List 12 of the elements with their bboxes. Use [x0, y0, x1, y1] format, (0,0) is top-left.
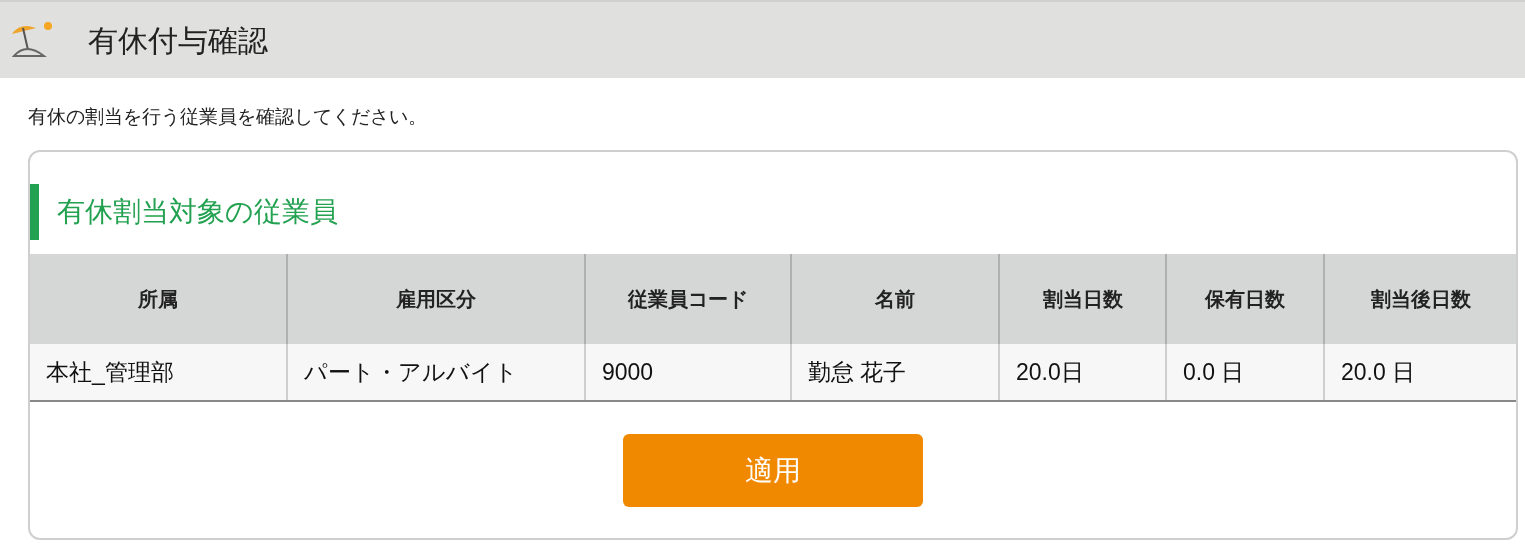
page-title: 有休付与確認 — [88, 22, 268, 59]
table-cell-text: 本社_管理部 — [45, 357, 175, 387]
table-cell: パート・アルバイト — [286, 344, 584, 400]
instruction-text: 有休の割当を行う従業員を確認してください。 — [28, 105, 428, 129]
column-header: 所属 — [137, 287, 179, 312]
table-cell: 0.0 日 — [1165, 344, 1323, 400]
table-cell: 9000 — [584, 344, 790, 400]
table-cell: 勤怠 花子 — [790, 344, 998, 400]
section-title: 有休割当対象の従業員 — [30, 184, 338, 240]
apply-button[interactable]: 適用 — [623, 434, 923, 507]
table-cell: 20.0 日 — [1323, 344, 1516, 400]
table-cell: 20.0日 — [998, 344, 1165, 400]
